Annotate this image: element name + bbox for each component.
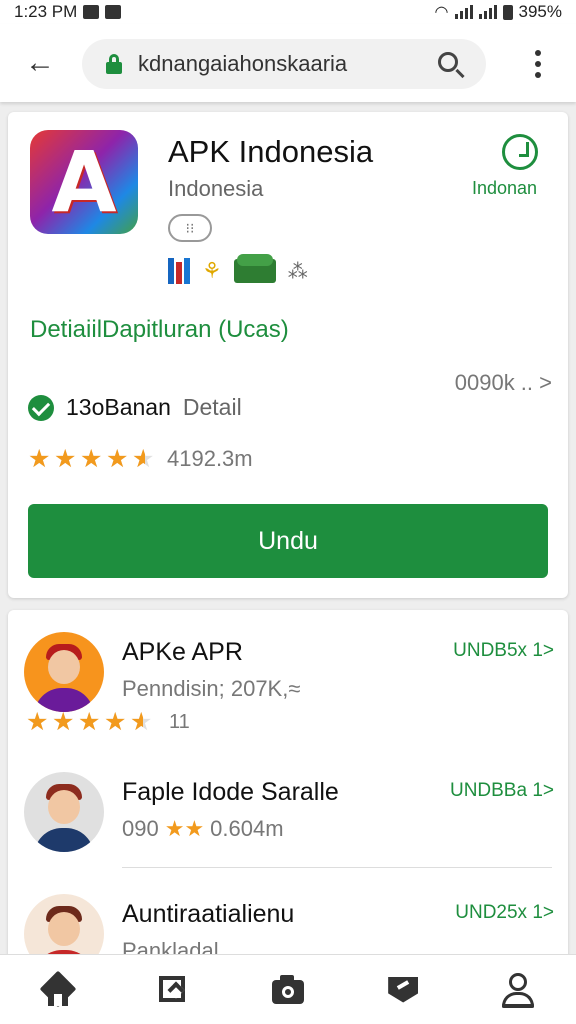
share-icon[interactable] [502,134,538,170]
signal-icon [454,5,473,19]
battery-level: 395% [518,2,562,21]
more-icon [535,50,541,56]
lock-icon [106,54,122,74]
list-item-meta: 090 ★★ 0.604m [122,816,284,842]
category-icons: ⚘ ⁂ [168,254,308,284]
browser-toolbar: ← kdnangaiahonskaaria [0,24,576,102]
back-icon: ← [25,46,55,79]
wifi-icon: ◠ [434,4,449,21]
bottom-nav [0,954,576,1024]
list-item-action[interactable]: UND25x 1> [455,902,554,924]
detail-link[interactable]: Detail [183,394,242,421]
app-avatar [24,772,104,852]
share-label[interactable]: Indonan [472,178,537,199]
verified-row: 13oBanan Detail [28,394,242,421]
app-developer: Indonesia [168,176,264,201]
verified-check-icon [28,394,54,421]
star-icon: ★★ [164,816,205,841]
battery-icon [502,4,513,20]
nav-camera-button[interactable] [258,960,318,1020]
list-item-action[interactable]: UNDB5x 1> [453,640,554,662]
app-icon: A [30,130,138,234]
related-apps-list: APKe APR Penndisin; 207K,≈ UNDB5x 1> 11 … [8,610,568,960]
star-icon [28,447,53,472]
list-item-title: Auntiraatialienu [122,900,295,928]
star-icon [130,710,155,735]
url-text: kdnangaiahonskaaria [138,51,348,76]
star-icon [78,710,103,735]
rating-count: 4192.3m [167,446,253,471]
address-bar[interactable]: kdnangaiahonskaaria [82,39,486,89]
list-item-title: APKe APR [122,638,243,666]
details-link[interactable]: DetiaiilDapitluran (Ucas) [30,316,289,344]
list-item-action[interactable]: UNDBBa 1> [450,780,554,802]
app-detail-card: A APK Indonesia Indonesia ⁝⁝ ⚘ ⁂ Indonan… [8,112,568,598]
status-time: 1:23 PM [14,2,78,21]
books-icon [168,258,190,284]
star-icon [106,447,131,472]
list-item-rating-count: 11 [169,711,190,733]
search-icon [438,52,458,72]
star-rating [26,710,155,735]
list-item[interactable]: Faple Idode Saralle 090 ★★ 0.604m UNDBBa… [8,760,568,880]
star-icon [132,447,157,472]
cluster-icon: ⁂ [287,260,308,283]
star-icon [80,447,105,472]
nav-tag-button[interactable] [373,960,433,1020]
list-item-subtitle: Penndisin; 207K,≈ [122,676,301,701]
app-title: APK Indonesia [168,134,374,169]
content-rating-badge: ⁝⁝ [168,214,212,242]
nav-apps-button[interactable] [143,960,203,1020]
star-icon [52,710,77,735]
list-item[interactable]: Auntiraatialienu Pankladal UND25x 1> [8,882,568,960]
nav-profile-button[interactable] [488,960,548,1020]
install-button[interactable]: Undu [28,504,548,578]
notification-icon [83,5,100,19]
list-item-rating-count: 0.604m [210,816,284,841]
nav-home-button[interactable] [28,960,88,1020]
back-button[interactable]: ← [0,24,80,102]
plant-icon [233,254,276,283]
list-divider [122,867,552,868]
star-rating [28,447,157,472]
list-item-subtitle: 090 [122,816,159,841]
size-info[interactable]: 0090k .. > [455,370,552,396]
download-count: 13oBanan [66,394,171,420]
app-avatar [24,894,104,960]
signal-icon [478,5,497,19]
search-button[interactable] [430,45,470,85]
star-icon [104,710,129,735]
star-icon [26,710,51,735]
list-item[interactable]: APKe APR Penndisin; 207K,≈ UNDB5x 1> 11 [8,620,568,740]
star-icon [54,447,79,472]
notification-icon [105,5,122,19]
list-item-title: Faple Idode Saralle [122,778,339,806]
more-menu-button[interactable] [522,44,554,84]
rating-row: 4192.3m [28,446,253,472]
flower-icon: ⚘ [202,258,222,283]
status-bar: 1:23 PM ◠ 395% [0,0,576,24]
app-avatar [24,632,104,712]
